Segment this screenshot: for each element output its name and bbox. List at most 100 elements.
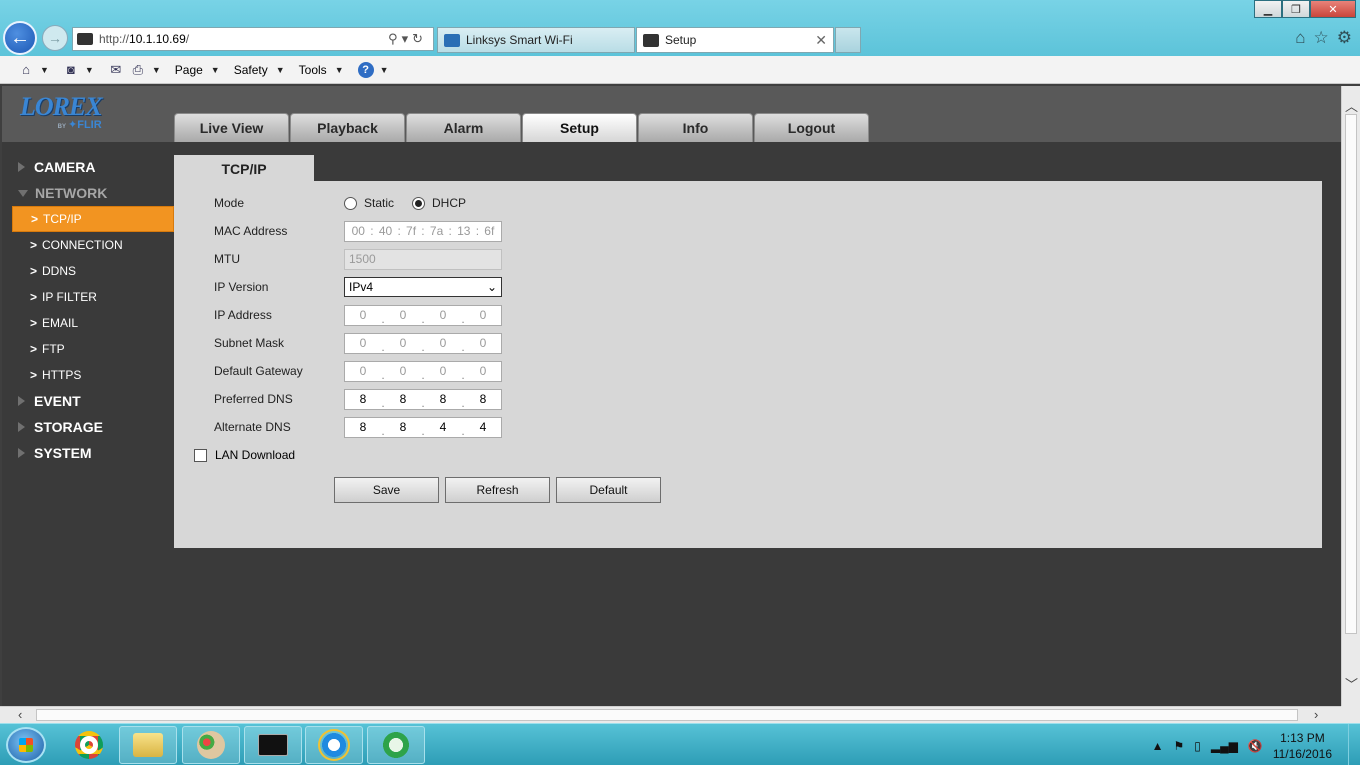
default-button[interactable]: Default [556, 477, 661, 503]
chevron-down-icon[interactable]: ▼ [85, 65, 94, 75]
subnet-octet[interactable]: 0 [465, 336, 501, 350]
chevron-down-icon[interactable]: ▼ [211, 65, 220, 75]
default-gateway-field[interactable]: 0. 0. 0. 0 [344, 360, 502, 382]
subnet-octet[interactable]: 0 [345, 336, 381, 350]
address-bar[interactable]: http://10.1.10.69/ ⚲▾↻ [72, 27, 434, 51]
sidebar-category-storage[interactable]: STORAGE [12, 414, 174, 440]
refresh-icon[interactable]: ↻ [412, 31, 427, 46]
vertical-scrollbar[interactable]: ︿ ﹀ [1341, 86, 1360, 706]
forward-button[interactable]: → [42, 25, 68, 51]
sidebar-item-ddns[interactable]: > DDNS [12, 258, 174, 284]
start-button[interactable] [6, 727, 46, 763]
tab-playback[interactable]: Playback [290, 113, 405, 142]
settings-gear-icon[interactable]: ⚙ [1337, 28, 1352, 48]
dns-octet[interactable]: 8 [345, 392, 381, 406]
chevron-down-icon[interactable]: ▼ [335, 65, 344, 75]
subnet-mask-field[interactable]: 0. 0. 0. 0 [344, 332, 502, 354]
clock[interactable]: 1:13 PM 11/16/2016 [1273, 730, 1332, 762]
restore-button[interactable]: ❐ [1282, 0, 1310, 18]
dropdown-icon[interactable]: ▾ [402, 31, 413, 46]
sidebar-item-ip-filter[interactable]: > IP FILTER [12, 284, 174, 310]
tab-info[interactable]: Info [638, 113, 753, 142]
gateway-octet[interactable]: 0 [465, 364, 501, 378]
back-button[interactable]: ← [3, 21, 37, 55]
alternate-dns-field[interactable]: 8. 8. 4. 4 [344, 416, 502, 438]
preferred-dns-field[interactable]: 8. 8. 8. 8 [344, 388, 502, 410]
ip-octet[interactable]: 0 [345, 308, 381, 322]
scroll-left-icon[interactable]: ‹ [18, 707, 22, 722]
address-actions[interactable]: ⚲▾↻ [388, 31, 433, 47]
taskbar-explorer[interactable] [119, 726, 177, 764]
chevron-down-icon[interactable]: ▼ [380, 65, 389, 75]
dns-octet[interactable]: 4 [425, 420, 461, 434]
taskbar-paint[interactable] [182, 726, 240, 764]
taskbar-cmd[interactable] [244, 726, 302, 764]
sidebar-item-connection[interactable]: > CONNECTION [12, 232, 174, 258]
address-text[interactable]: http://10.1.10.69/ [99, 32, 388, 46]
volume-muted-icon[interactable]: 🔇 [1248, 739, 1263, 753]
sidebar-category-network[interactable]: NETWORK [12, 180, 174, 206]
tools-menu[interactable]: Tools [299, 63, 327, 77]
rss-feed-icon[interactable]: ◙ [63, 62, 79, 78]
ip-address-field[interactable]: 0. 0. 0. 0 [344, 304, 502, 326]
horizontal-scroll-thumb[interactable] [36, 709, 1298, 721]
subnet-octet[interactable]: 0 [425, 336, 461, 350]
page-menu[interactable]: Page [175, 63, 203, 77]
content-tab-tcpip[interactable]: TCP/IP [174, 155, 314, 182]
gateway-octet[interactable]: 0 [425, 364, 461, 378]
ip-version-select[interactable]: IPv4 ⌄ [344, 277, 502, 297]
new-tab-button[interactable] [835, 27, 861, 53]
sidebar-item-tcpip[interactable]: > TCP/IP [12, 206, 174, 232]
close-tab-icon[interactable]: ✕ [815, 32, 827, 49]
show-desktop-button[interactable] [1348, 724, 1360, 765]
dns-octet[interactable]: 8 [385, 420, 421, 434]
sidebar-item-email[interactable]: > EMAIL [12, 310, 174, 336]
taskbar-ie[interactable] [305, 726, 363, 764]
safety-menu[interactable]: Safety [234, 63, 268, 77]
sidebar-item-https[interactable]: > HTTPS [12, 362, 174, 388]
dhcp-radio[interactable] [412, 196, 426, 210]
print-icon[interactable]: ⎙ [130, 62, 146, 78]
dns-octet[interactable]: 8 [465, 392, 501, 406]
chevron-down-icon[interactable]: ▼ [40, 65, 49, 75]
show-hidden-icons-icon[interactable]: ▲ [1152, 739, 1164, 753]
dhcp-radio-label[interactable]: DHCP [432, 196, 466, 210]
dns-octet[interactable]: 8 [425, 392, 461, 406]
action-center-flag-icon[interactable]: ⚑ [1174, 739, 1185, 753]
taskbar-chrome[interactable] [60, 726, 118, 764]
help-icon[interactable]: ? [357, 61, 374, 78]
sidebar-category-system[interactable]: SYSTEM [12, 440, 174, 466]
static-radio[interactable] [344, 196, 357, 210]
search-icon[interactable]: ⚲ [388, 31, 402, 46]
lan-download-checkbox[interactable] [194, 448, 207, 462]
vertical-scroll-thumb[interactable] [1345, 114, 1357, 634]
network-signal-icon[interactable]: ▂▄▆ [1211, 739, 1238, 753]
battery-icon[interactable]: ▯ [1194, 739, 1201, 753]
gateway-octet[interactable]: 0 [385, 364, 421, 378]
tab-setup[interactable]: Setup ✕ [636, 27, 834, 53]
tab-linksys[interactable]: Linksys Smart Wi-Fi [437, 27, 635, 53]
tab-alarm[interactable]: Alarm [406, 113, 521, 142]
horizontal-scrollbar[interactable]: ‹ › [0, 706, 1341, 723]
save-button[interactable]: Save [334, 477, 439, 503]
chevron-down-icon[interactable]: ▼ [276, 65, 285, 75]
ip-octet[interactable]: 0 [425, 308, 461, 322]
subnet-octet[interactable]: 0 [385, 336, 421, 350]
close-window-button[interactable]: ✕ [1310, 0, 1356, 18]
taskbar-sync[interactable] [367, 726, 425, 764]
mail-icon[interactable]: ✉ [108, 62, 124, 78]
sidebar-category-event[interactable]: EVENT [12, 388, 174, 414]
scroll-right-icon[interactable]: › [1314, 707, 1318, 722]
chevron-down-icon[interactable]: ▼ [152, 65, 161, 75]
sidebar-category-camera[interactable]: CAMERA [12, 154, 174, 180]
dns-octet[interactable]: 8 [385, 392, 421, 406]
dns-octet[interactable]: 4 [465, 420, 501, 434]
home-icon[interactable]: ⌂ [18, 62, 34, 78]
sidebar-item-ftp[interactable]: > FTP [12, 336, 174, 362]
lan-download-label[interactable]: LAN Download [215, 448, 295, 462]
tab-setup-main[interactable]: Setup [522, 113, 637, 142]
favorites-star-icon[interactable]: ☆ [1314, 28, 1329, 48]
tab-live-view[interactable]: Live View [174, 113, 289, 142]
tab-logout[interactable]: Logout [754, 113, 869, 142]
refresh-button[interactable]: Refresh [445, 477, 550, 503]
